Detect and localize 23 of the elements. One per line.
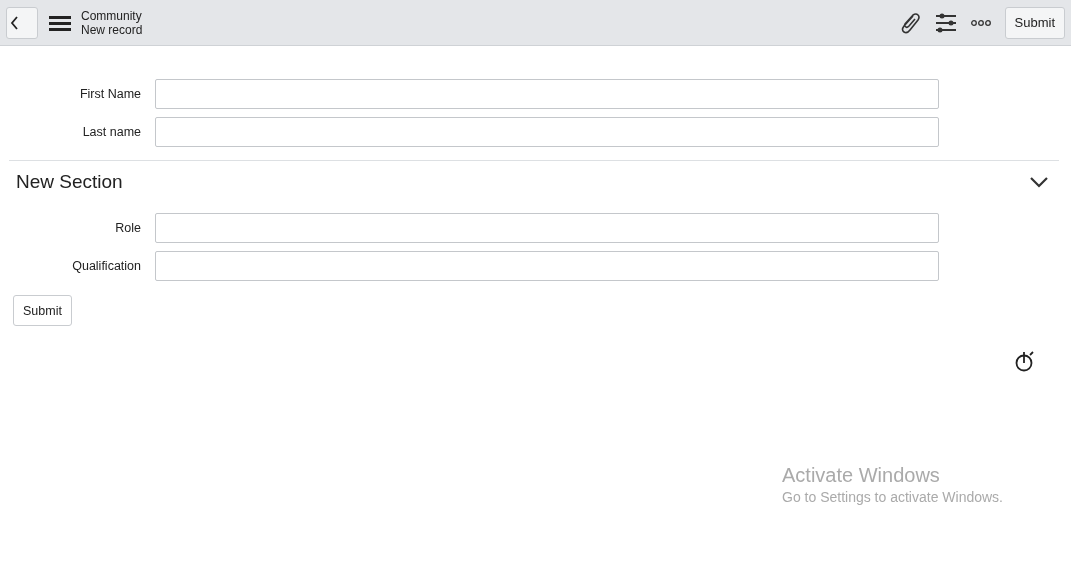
back-button[interactable] <box>6 6 38 39</box>
section-title: New Section <box>16 171 123 193</box>
activation-notice-title: Activate Windows <box>782 464 941 487</box>
sliders-icon[interactable] <box>934 12 957 33</box>
record-table-name: Community <box>81 8 143 23</box>
field-label: Role <box>114 221 142 235</box>
text-field[interactable] <box>155 117 939 147</box>
text-field[interactable] <box>155 79 939 109</box>
submit-button[interactable]: Submit <box>1004 6 1065 39</box>
text-field[interactable] <box>155 213 939 243</box>
more-icon[interactable] <box>970 18 991 27</box>
field-label: Last name <box>81 125 142 139</box>
chevron-left-icon <box>10 15 20 30</box>
submit-button[interactable]: Submit <box>13 295 72 326</box>
activation-notice-text: Go to Settings to activate Windows. <box>782 489 1004 505</box>
chevron-down-icon[interactable] <box>1029 176 1049 188</box>
section-header[interactable]: New Section <box>9 160 1059 205</box>
record-title: New record <box>81 22 143 37</box>
stopwatch-icon[interactable] <box>1015 350 1035 372</box>
menu-icon[interactable] <box>49 14 71 31</box>
field-label: Qualification <box>71 259 142 273</box>
field-label: First Name <box>78 87 142 101</box>
text-field[interactable] <box>155 251 939 281</box>
